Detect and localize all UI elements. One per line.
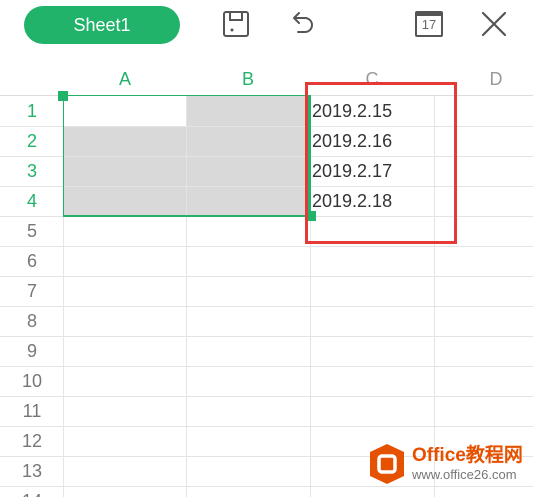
grid-line bbox=[0, 396, 533, 397]
watermark-title: Office教程网 bbox=[412, 445, 523, 466]
row-header-3[interactable]: 3 bbox=[0, 156, 64, 186]
grid-line bbox=[0, 426, 533, 427]
row-header-10[interactable]: 10 bbox=[0, 366, 64, 396]
row-header-1[interactable]: 1 bbox=[0, 96, 64, 126]
selection-start-handle[interactable] bbox=[58, 91, 68, 101]
sheet-tab-button[interactable]: Sheet1 bbox=[24, 6, 180, 44]
row-header-8[interactable]: 8 bbox=[0, 306, 64, 336]
grid-line bbox=[0, 336, 533, 337]
row-header-14[interactable]: 14 bbox=[0, 486, 64, 497]
column-header-a[interactable]: A bbox=[64, 62, 186, 96]
toolbar: Sheet1 17 bbox=[0, 0, 533, 56]
office-logo-icon bbox=[368, 442, 406, 486]
save-icon[interactable] bbox=[220, 8, 252, 40]
close-icon[interactable] bbox=[478, 8, 510, 40]
row-header-12[interactable]: 12 bbox=[0, 426, 64, 456]
calendar-day-label: 17 bbox=[421, 17, 437, 32]
column-header-b[interactable]: B bbox=[186, 62, 310, 96]
grid-line bbox=[0, 276, 533, 277]
row-header-6[interactable]: 6 bbox=[0, 246, 64, 276]
undo-icon[interactable] bbox=[286, 8, 318, 40]
row-header-11[interactable]: 11 bbox=[0, 396, 64, 426]
selection-border bbox=[63, 95, 311, 217]
row-header-7[interactable]: 7 bbox=[0, 276, 64, 306]
row-header-9[interactable]: 9 bbox=[0, 336, 64, 366]
row-header-13[interactable]: 13 bbox=[0, 456, 64, 486]
selection-border-bottom bbox=[63, 215, 310, 217]
grid-line bbox=[0, 306, 533, 307]
highlight-box bbox=[305, 82, 457, 244]
row-header-4[interactable]: 4 bbox=[0, 186, 64, 216]
grid-line bbox=[0, 246, 533, 247]
calendar-icon[interactable]: 17 bbox=[414, 8, 446, 40]
watermark: Office教程网 www.office26.com bbox=[368, 438, 528, 490]
grid-line bbox=[0, 366, 533, 367]
watermark-url: www.office26.com bbox=[412, 467, 517, 482]
row-header-2[interactable]: 2 bbox=[0, 126, 64, 156]
row-header-5[interactable]: 5 bbox=[0, 216, 64, 246]
